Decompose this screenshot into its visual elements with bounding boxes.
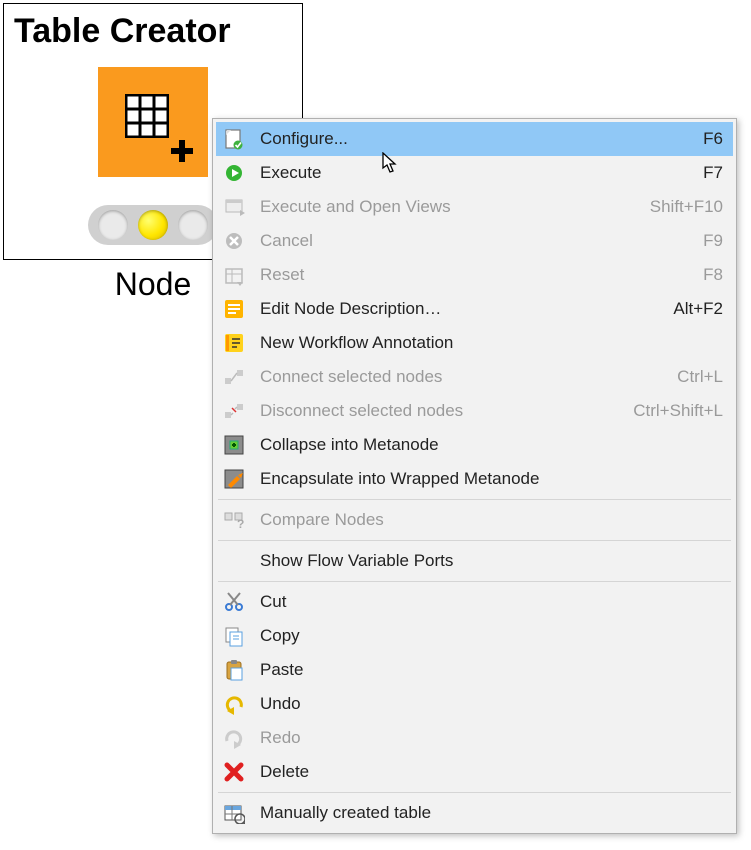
cancel-icon [222, 229, 246, 253]
menu-item-execute[interactable]: Execute F7 [216, 156, 733, 190]
menu-separator [218, 499, 731, 500]
context-menu[interactable]: Configure... F6 Execute F7 Execute and Open … [212, 118, 737, 834]
menu-item-shortcut: F9 [703, 231, 723, 251]
menu-item-shortcut: Shift+F10 [650, 197, 723, 217]
menu-item-compare-nodes: Compare Nodes [216, 503, 733, 537]
menu-item-shortcut: F6 [703, 129, 723, 149]
menu-item-redo: Redo [216, 721, 733, 755]
redo-icon [222, 726, 246, 750]
menu-item-label: Reset [260, 265, 683, 285]
menu-item-label: Show Flow Variable Ports [260, 551, 723, 571]
menu-item-label: Copy [260, 626, 723, 646]
menu-item-label: Encapsulate into Wrapped Metanode [260, 469, 723, 489]
menu-item-label: New Workflow Annotation [260, 333, 723, 353]
reset-icon [222, 263, 246, 287]
light-yellow [138, 210, 168, 240]
menu-item-shortcut: Alt+F2 [673, 299, 723, 319]
menu-item-shortcut: F8 [703, 265, 723, 285]
menu-item-cancel: Cancel F9 [216, 224, 733, 258]
menu-item-shortcut: Ctrl+L [677, 367, 723, 387]
menu-separator [218, 581, 731, 582]
node-type-icon [98, 67, 208, 177]
edit-desc-icon [222, 297, 246, 321]
status-traffic-light [88, 205, 218, 245]
menu-separator [218, 792, 731, 793]
table-icon [222, 801, 246, 825]
exec-open-icon [222, 195, 246, 219]
light-green [178, 210, 208, 240]
menu-item-undo[interactable]: Undo [216, 687, 733, 721]
plus-icon [170, 139, 194, 163]
menu-item-label: Cancel [260, 231, 683, 251]
menu-item-label: Connect selected nodes [260, 367, 657, 387]
blank-icon [222, 549, 246, 573]
menu-item-label: Paste [260, 660, 723, 680]
encapsulate-icon [222, 467, 246, 491]
menu-item-label: Collapse into Metanode [260, 435, 723, 455]
menu-item-edit-node-description[interactable]: Edit Node Description… Alt+F2 [216, 292, 733, 326]
menu-item-copy[interactable]: Copy [216, 619, 733, 653]
menu-item-label: Delete [260, 762, 723, 782]
menu-item-label: Disconnect selected nodes [260, 401, 613, 421]
menu-item-label: Compare Nodes [260, 510, 723, 530]
menu-item-shortcut: Ctrl+Shift+L [633, 401, 723, 421]
compare-icon [222, 508, 246, 532]
menu-item-cut[interactable]: Cut [216, 585, 733, 619]
delete-icon [222, 760, 246, 784]
configure-icon [222, 127, 246, 151]
menu-item-collapse-into-metanode[interactable]: Collapse into Metanode [216, 428, 733, 462]
light-red [98, 210, 128, 240]
menu-item-execute-and-open-views: Execute and Open Views Shift+F10 [216, 190, 733, 224]
disconnect-icon [222, 399, 246, 423]
copy-icon [222, 624, 246, 648]
undo-icon [222, 692, 246, 716]
menu-item-label: Redo [260, 728, 723, 748]
menu-item-disconnect-selected-nodes: Disconnect selected nodes Ctrl+Shift+L [216, 394, 733, 428]
paste-icon [222, 658, 246, 682]
node-title: Table Creator [14, 12, 296, 51]
grid-icon [125, 94, 169, 138]
menu-item-paste[interactable]: Paste [216, 653, 733, 687]
menu-item-label: Manually created table [260, 803, 723, 823]
menu-item-encapsulate-into-wrapped-metanode[interactable]: Encapsulate into Wrapped Metanode [216, 462, 733, 496]
collapse-icon [222, 433, 246, 457]
execute-icon [222, 161, 246, 185]
menu-item-label: Cut [260, 592, 723, 612]
menu-item-new-workflow-annotation[interactable]: New Workflow Annotation [216, 326, 733, 360]
menu-item-label: Execute [260, 163, 683, 183]
menu-separator [218, 540, 731, 541]
menu-item-connect-selected-nodes: Connect selected nodes Ctrl+L [216, 360, 733, 394]
menu-item-label: Configure... [260, 129, 683, 149]
menu-item-configure[interactable]: Configure... F6 [216, 122, 733, 156]
cut-icon [222, 590, 246, 614]
connect-icon [222, 365, 246, 389]
annotation-icon [222, 331, 246, 355]
menu-item-show-flow-variable-ports[interactable]: Show Flow Variable Ports [216, 544, 733, 578]
menu-item-shortcut: F7 [703, 163, 723, 183]
menu-item-label: Execute and Open Views [260, 197, 630, 217]
menu-item-delete[interactable]: Delete [216, 755, 733, 789]
menu-item-manually-created-table[interactable]: Manually created table [216, 796, 733, 830]
menu-item-label: Edit Node Description… [260, 299, 653, 319]
menu-item-label: Undo [260, 694, 723, 714]
menu-item-reset: Reset F8 [216, 258, 733, 292]
